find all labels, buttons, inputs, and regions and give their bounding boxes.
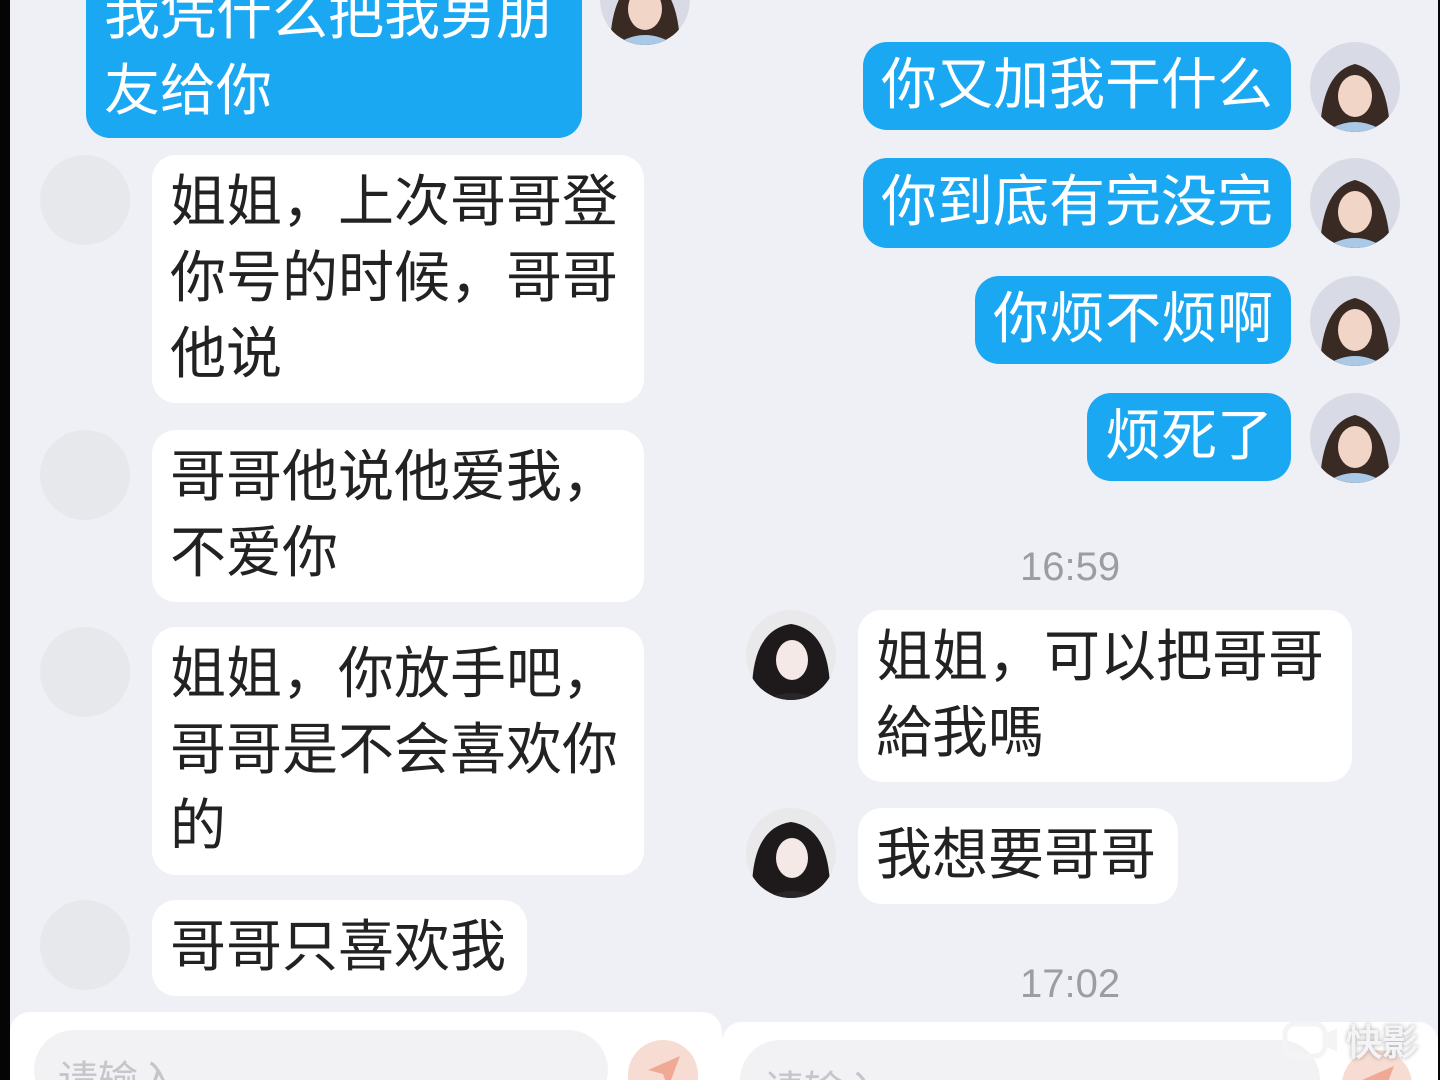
- send-icon: [1362, 1066, 1394, 1080]
- contact-avatar[interactable]: [746, 808, 836, 898]
- message-timestamp: 17:02: [1020, 962, 1121, 1006]
- incoming-message[interactable]: 姐姐，上次哥哥登你号的时候，哥哥他说: [152, 155, 644, 403]
- kuaiying-camera-icon: [1282, 1021, 1337, 1059]
- chat-panel-right: 你又加我干什么 你到底有完没完 你烦不烦啊 烦死了 16:59 姐姐，可以把哥哥…: [722, 0, 1438, 1080]
- watermark: 快影: [1282, 1014, 1418, 1066]
- contact-avatar[interactable]: [40, 430, 130, 520]
- contact-avatar[interactable]: [746, 610, 836, 700]
- contact-avatar[interactable]: [40, 900, 130, 990]
- contact-avatar[interactable]: [40, 155, 130, 245]
- self-avatar[interactable]: [1310, 276, 1400, 366]
- outgoing-message[interactable]: 你到底有完没完: [863, 158, 1291, 248]
- incoming-message[interactable]: 哥哥只喜欢我: [152, 900, 527, 996]
- message-timestamp: 16:59: [1020, 545, 1121, 589]
- contact-avatar[interactable]: [40, 627, 130, 717]
- watermark-text: 快影: [1346, 1023, 1419, 1064]
- outgoing-message[interactable]: 烦死了: [1087, 393, 1291, 481]
- self-avatar[interactable]: [1310, 393, 1400, 483]
- outgoing-message[interactable]: 你又加我干什么: [863, 42, 1291, 130]
- chat-panel-left: 我凭什么把我男朋友给你 姐姐，上次哥哥登你号的时候，哥哥他说 哥哥他说他爱我，不…: [10, 0, 722, 1080]
- outgoing-message[interactable]: 我凭什么把我男朋友给你: [86, 0, 582, 138]
- self-avatar[interactable]: [1310, 158, 1400, 248]
- self-avatar[interactable]: [600, 0, 690, 45]
- self-avatar[interactable]: [1310, 42, 1400, 132]
- incoming-message[interactable]: 我想要哥哥: [858, 808, 1178, 904]
- incoming-message[interactable]: 哥哥他说他爱我，不爱你: [152, 430, 644, 602]
- incoming-message[interactable]: 姐姐，可以把哥哥給我嗎: [858, 610, 1352, 782]
- message-input[interactable]: 请输入: [34, 1030, 608, 1080]
- outgoing-message[interactable]: 你烦不烦啊: [975, 276, 1291, 364]
- message-input[interactable]: 请输入: [740, 1040, 1320, 1080]
- send-icon: [648, 1056, 680, 1080]
- incoming-message[interactable]: 姐姐，你放手吧，哥哥是不会喜欢你的: [152, 627, 644, 875]
